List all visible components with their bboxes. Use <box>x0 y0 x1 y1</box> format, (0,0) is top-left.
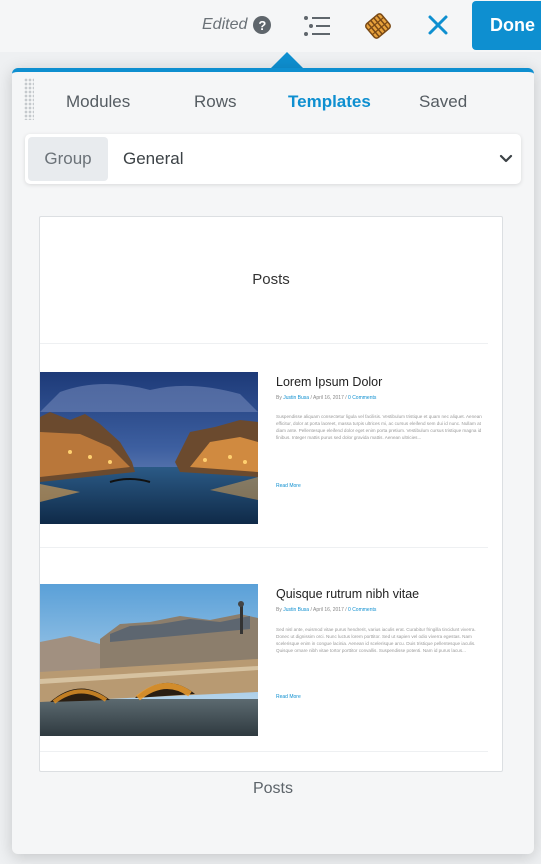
edited-status[interactable]: Edited ? <box>202 16 272 34</box>
beaver-builder-icon[interactable] <box>362 10 394 42</box>
template-card-posts[interactable]: Posts Lorem Ipsum Dolor By Justin Busa /… <box>39 216 503 772</box>
divider <box>40 547 488 548</box>
tab-templates[interactable]: Templates <box>288 92 371 112</box>
post-date: April 16, 2017 <box>313 395 344 401</box>
post-title: Lorem Ipsum Dolor <box>276 375 383 389</box>
read-more-link: Read More <box>276 694 301 700</box>
done-button[interactable]: Done <box>472 1 541 50</box>
post-author-link: Justin Busa <box>283 607 310 613</box>
meta-prefix: By <box>276 395 282 401</box>
chevron-down-icon <box>491 134 521 184</box>
tab-modules[interactable]: Modules <box>66 92 130 112</box>
post-comments-link: 0 Comments <box>348 607 377 613</box>
divider <box>40 751 488 752</box>
post-author-link: Justin Busa <box>283 395 310 401</box>
read-more-link: Read More <box>276 483 301 489</box>
help-icon[interactable]: ? <box>253 16 272 34</box>
group-select[interactable]: Group General <box>25 134 521 184</box>
post-comments-link: 0 Comments <box>348 395 377 401</box>
panel-pointer <box>270 52 304 69</box>
divider <box>40 343 488 344</box>
preview-heading: Posts <box>252 271 290 288</box>
post-meta: By Justin Busa / April 16, 2017 / 0 Comm… <box>276 395 377 401</box>
post-excerpt: Suspendisse aliquam consectetur ligula v… <box>276 414 482 440</box>
template-caption: Posts <box>252 780 293 797</box>
post-image-venice <box>40 372 258 524</box>
tab-saved[interactable]: Saved <box>419 92 467 112</box>
tab-rows[interactable]: Rows <box>194 92 237 112</box>
panel-tabs: Modules Rows Templates Saved <box>12 92 534 118</box>
close-icon[interactable] <box>426 13 450 37</box>
post-image-paris-bridge <box>40 584 258 736</box>
meta-prefix: By <box>276 607 282 613</box>
edited-label: Edited <box>202 16 248 33</box>
outline-list-icon[interactable] <box>302 14 332 38</box>
top-toolbar: Edited ? Done <box>0 0 541 52</box>
post-date: April 16, 2017 <box>313 607 344 613</box>
post-title: Quisque rutrum nibh vitae <box>276 587 420 601</box>
group-value: General <box>123 149 184 168</box>
group-label: Group <box>28 137 108 181</box>
post-meta: By Justin Busa / April 16, 2017 / 0 Comm… <box>276 607 377 613</box>
content-panel: Modules Rows Templates Saved Group Gener… <box>12 68 534 854</box>
post-excerpt: Sed nisl ante, euismod vitae purus hendr… <box>276 627 476 653</box>
